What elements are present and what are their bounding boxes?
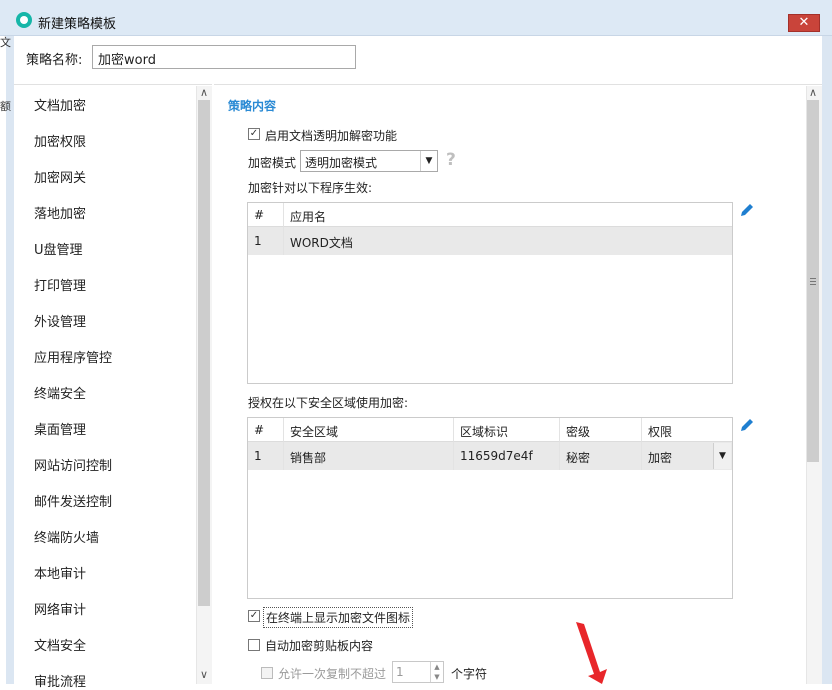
char-unit-label: 个字符 — [451, 667, 488, 681]
sidebar-item-endpoint-firewall[interactable]: 终端防火墙 — [34, 527, 99, 546]
row-index: 1 — [248, 227, 284, 255]
title-bar — [0, 0, 832, 36]
window-right-border — [822, 36, 832, 684]
close-button[interactable]: ✕ — [788, 14, 820, 32]
stepper-arrows-icon[interactable]: ▲ ▼ — [430, 662, 443, 682]
allow-copy-checkbox[interactable] — [261, 667, 273, 679]
sidebar-item-desktop-management[interactable]: 桌面管理 — [34, 419, 86, 438]
encrypt-mode-value: 透明加密模式 — [305, 156, 378, 170]
sidebar-item-web-access-control[interactable]: 网站访问控制 — [34, 455, 112, 474]
zones-table: # 安全区域 区域标识 密级 权限 1 销售部 11659d7e4f 秘密 加密 — [247, 417, 733, 599]
app-logo-icon — [16, 12, 32, 28]
column-header[interactable]: 应用名 — [284, 203, 732, 227]
scroll-up-arrow-icon[interactable]: ∧ — [200, 86, 208, 99]
category-sidebar: 文档加密 加密权限 加密网关 落地加密 U盘管理 打印管理 外设管理 应用程序管… — [14, 84, 212, 690]
window-left-border — [6, 36, 14, 684]
app-name-cell: WORD文档 — [290, 236, 353, 250]
sidebar-item-mail-send-control[interactable]: 邮件发送控制 — [34, 491, 112, 510]
allow-copy-label: 允许一次复制不超过 — [278, 667, 387, 681]
sidebar-item-approval-flow[interactable]: 审批流程 — [34, 671, 86, 690]
scroll-grip-icon — [810, 278, 816, 285]
enable-transparent-label: 启用文档透明加解密功能 — [265, 129, 398, 143]
zone-id-cell: 11659d7e4f — [454, 442, 560, 470]
policy-name-label: 策略名称: — [26, 53, 83, 68]
background-text: 额 — [0, 100, 11, 113]
column-header[interactable]: 权限 — [642, 418, 732, 442]
programs-table: # 应用名 1 WORD文档 — [247, 202, 733, 384]
sidebar-item-usb-management[interactable]: U盘管理 — [34, 239, 83, 258]
sidebar-item-doc-encrypt[interactable]: 文档加密 — [34, 95, 86, 114]
close-icon: ✕ — [798, 15, 810, 30]
encrypt-mode-label: 加密模式 — [248, 156, 297, 170]
table-row[interactable]: 1 WORD文档 — [248, 227, 732, 255]
sidebar-item-local-audit[interactable]: 本地审计 — [34, 563, 86, 582]
section-title: 策略内容 — [228, 99, 277, 113]
column-header[interactable]: 区域标识 — [454, 418, 560, 442]
sidebar-scroll-thumb[interactable] — [198, 100, 210, 606]
show-icon-checkbox[interactable]: ✓ — [248, 610, 260, 622]
table-row[interactable]: 1 销售部 11659d7e4f 秘密 加密 — [248, 442, 732, 470]
column-header[interactable]: 安全区域 — [284, 418, 454, 442]
policy-name-input[interactable]: 加密word — [92, 45, 356, 69]
column-header[interactable]: 密级 — [560, 418, 642, 442]
sidebar-item-landing-encrypt[interactable]: 落地加密 — [34, 203, 86, 222]
zone-name-cell: 销售部 — [284, 442, 454, 470]
edit-pencil-icon[interactable] — [739, 417, 755, 433]
column-header[interactable]: # — [248, 418, 284, 442]
sidebar-item-encrypt-permission[interactable]: 加密权限 — [34, 131, 86, 150]
sidebar-item-peripheral-management[interactable]: 外设管理 — [34, 311, 86, 330]
security-level-cell: 秘密 — [560, 442, 642, 470]
show-icon-label: 在终端上显示加密文件图标 — [263, 607, 414, 628]
edit-pencil-icon[interactable] — [739, 202, 755, 218]
permission-dropdown-icon[interactable]: ▼ — [713, 443, 731, 469]
row-index: 1 — [248, 442, 284, 470]
sidebar-item-app-control[interactable]: 应用程序管控 — [34, 347, 112, 366]
enable-transparent-checkbox[interactable]: ✓ — [248, 128, 260, 140]
auto-clipboard-label: 自动加密剪贴板内容 — [265, 639, 374, 653]
scroll-up-arrow-icon[interactable]: ∧ — [809, 86, 817, 99]
dropdown-arrow-icon[interactable]: ▼ — [420, 151, 437, 171]
help-icon[interactable]: ? — [446, 150, 456, 170]
background-text: 文 — [0, 36, 11, 49]
zones-label: 授权在以下安全区域使用加密: — [248, 396, 409, 410]
scroll-down-arrow-icon[interactable]: ∨ — [200, 668, 208, 681]
window-title: 新建策略模板 — [38, 17, 117, 32]
annotation-arrow-icon — [576, 622, 607, 684]
sidebar-item-network-audit[interactable]: 网络审计 — [34, 599, 86, 618]
sidebar-item-print-management[interactable]: 打印管理 — [34, 275, 86, 294]
char-limit-value: 1 — [396, 665, 404, 679]
auto-clipboard-checkbox[interactable] — [248, 639, 260, 651]
sidebar-item-endpoint-security[interactable]: 终端安全 — [34, 383, 86, 402]
sidebar-item-encrypt-gateway[interactable]: 加密网关 — [34, 167, 86, 186]
programs-label: 加密针对以下程序生效: — [248, 181, 373, 195]
column-header[interactable]: # — [248, 203, 284, 227]
sidebar-item-doc-security[interactable]: 文档安全 — [34, 635, 86, 654]
